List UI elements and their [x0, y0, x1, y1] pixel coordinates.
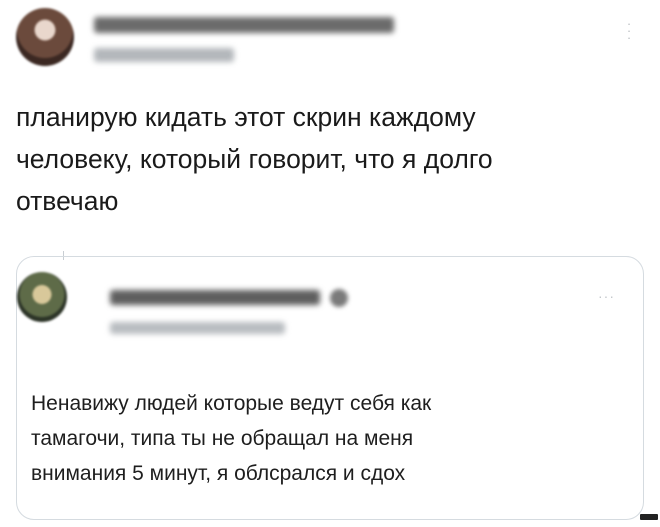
author-name-blurred[interactable] — [94, 17, 394, 33]
author-avatar[interactable] — [16, 8, 74, 66]
quoted-author-avatar[interactable] — [17, 272, 67, 322]
more-vertical-icon[interactable]: · · · — [625, 17, 633, 50]
more-horizontal-icon[interactable]: ··· — [598, 288, 615, 304]
author-handle-blurred[interactable] — [94, 48, 234, 62]
tweet-text: планирую кидать этот скрин каждому челов… — [16, 102, 493, 216]
quoted-author-handle-blurred[interactable] — [110, 322, 285, 334]
verified-badge-icon — [330, 289, 348, 307]
watermark-mark — [640, 514, 658, 520]
quoted-tweet-text: Ненавижу людей которые ведут себя как та… — [31, 392, 432, 485]
quoted-author-name-blurred[interactable] — [110, 290, 320, 305]
